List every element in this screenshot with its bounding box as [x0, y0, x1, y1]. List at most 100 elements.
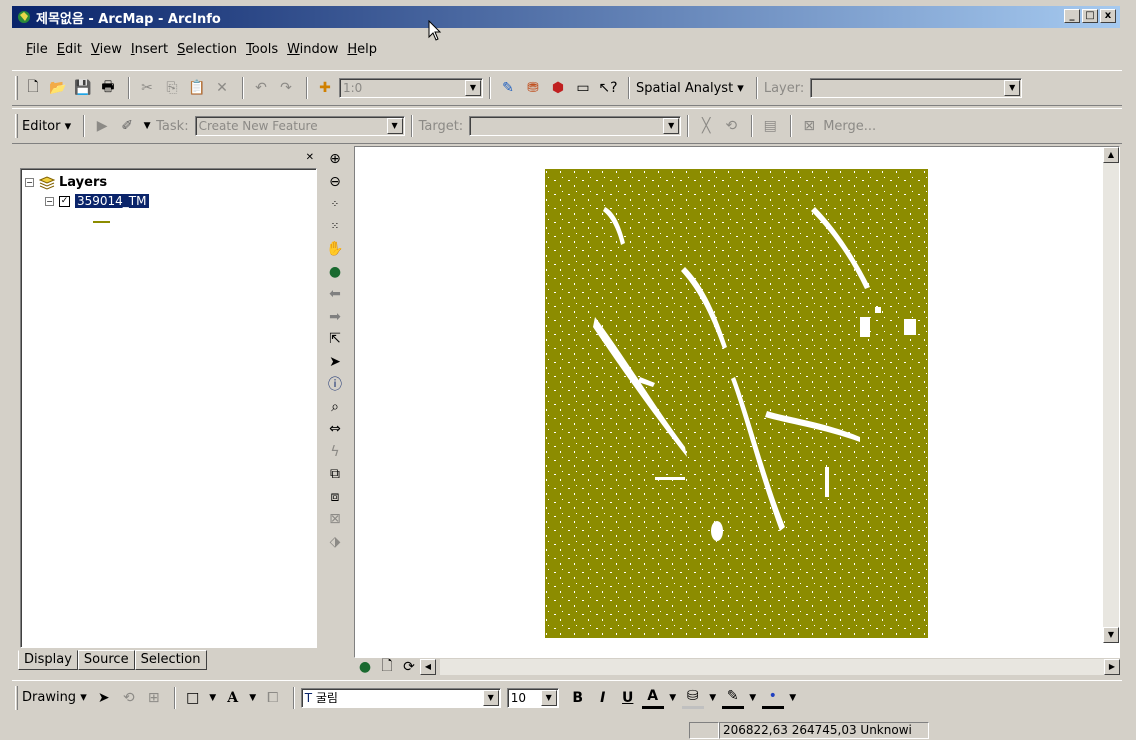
menu-view[interactable]: View — [91, 42, 122, 57]
print-icon[interactable]: 🖶 — [97, 77, 119, 99]
zoom-whole-page-icon[interactable]: ⊞ — [143, 687, 165, 709]
zoom-out-icon[interactable]: ⊖ — [323, 171, 347, 194]
layers-root-row[interactable]: − Layers — [25, 175, 107, 190]
select-elements-icon[interactable]: ➤ — [93, 687, 115, 709]
sketch-properties-icon[interactable]: ⊠ — [798, 115, 820, 137]
flicker-icon[interactable]: ⊠ — [323, 508, 347, 531]
edit-vertices-icon[interactable]: ⧠ — [262, 687, 284, 709]
chevron-down-icon[interactable]: ▼ — [663, 118, 680, 134]
chevron-down-icon[interactable]: ▼ — [1004, 80, 1021, 96]
menu-file[interactable]: File — [26, 42, 48, 57]
chevron-down-icon[interactable]: ▼ — [540, 689, 557, 706]
delete-icon[interactable]: ✕ — [211, 77, 233, 99]
menu-edit[interactable]: Edit — [57, 42, 82, 57]
editor-toolbar-icon[interactable]: ✎ — [497, 77, 519, 99]
font-name-combo[interactable]: T 굴림 ▼ — [300, 687, 501, 708]
chevron-down-icon[interactable]: ▼ — [747, 687, 759, 709]
chevron-down-icon[interactable]: ▼ — [482, 689, 499, 706]
close-button[interactable]: x — [1100, 9, 1116, 23]
font-color-button[interactable]: A — [641, 687, 664, 709]
menu-tools[interactable]: Tools — [246, 42, 278, 57]
arctoolbox-icon[interactable]: ⛃ — [522, 77, 544, 99]
spatial-analyst-menu[interactable]: Spatial Analyst ▾ — [636, 81, 744, 96]
collapse-icon[interactable]: − — [25, 178, 34, 187]
select-elements-icon[interactable]: ➤ — [323, 351, 347, 374]
sketch-tool-icon[interactable]: ✐ — [116, 115, 138, 137]
copy-icon[interactable]: ⎘ — [161, 77, 183, 99]
refresh-view-icon[interactable]: ⟳ — [398, 656, 420, 678]
maximize-button[interactable]: □ — [1082, 9, 1098, 23]
rotate-icon[interactable]: ⟲ — [118, 687, 140, 709]
task-combo[interactable]: Create New Feature ▼ — [194, 116, 405, 136]
toolbar-grip[interactable] — [15, 76, 18, 100]
cut-icon[interactable]: ✂ — [136, 77, 158, 99]
bold-button[interactable]: B — [567, 687, 589, 709]
layer-row[interactable]: − ✓ 359014_TM — [45, 194, 149, 208]
scroll-up-icon[interactable]: ▲ — [1103, 147, 1119, 163]
add-data-icon[interactable]: ✚ — [314, 77, 336, 99]
new-document-icon[interactable]: 🗋 — [22, 77, 44, 99]
save-icon[interactable]: 💾 — [72, 77, 94, 99]
chevron-down-icon[interactable]: ▼ — [465, 80, 481, 96]
menu-selection[interactable]: Selection — [177, 42, 237, 57]
map-canvas[interactable] — [355, 147, 1103, 641]
menu-help[interactable]: Help — [347, 42, 377, 57]
whats-this-help-icon[interactable]: ↖? — [597, 77, 619, 99]
menu-insert[interactable]: Insert — [131, 42, 168, 57]
collapse-icon[interactable]: − — [45, 196, 54, 206]
arccatalog-icon[interactable]: ⬢ — [547, 77, 569, 99]
chevron-down-icon[interactable]: ▼ — [141, 115, 153, 137]
data-view-icon[interactable]: ● — [354, 656, 376, 678]
font-size-combo[interactable]: 10 ▼ — [506, 687, 559, 708]
paste-icon[interactable]: 📋 — [186, 77, 208, 99]
layer-symbol-swatch[interactable] — [93, 221, 110, 223]
edit-tool-icon[interactable]: ▶ — [91, 115, 113, 137]
command-line-icon[interactable]: ▭ — [572, 77, 594, 99]
merge-button[interactable]: Merge... — [823, 119, 876, 134]
scroll-left-icon[interactable]: ◀ — [420, 659, 436, 675]
close-icon[interactable]: ✕ — [306, 152, 314, 163]
full-extent-icon[interactable]: ● — [323, 261, 347, 284]
clear-icon[interactable]: ⬗ — [323, 531, 347, 554]
fill-color-icon[interactable]: ⛁ — [681, 687, 704, 709]
tab-selection[interactable]: Selection — [134, 650, 207, 670]
redo-icon[interactable]: ↷ — [275, 77, 297, 99]
tab-display[interactable]: Display — [18, 650, 78, 670]
layer-combo[interactable]: ▼ — [810, 78, 1023, 98]
hyperlink-icon[interactable]: ϟ — [323, 441, 347, 464]
map-scale-combo[interactable]: 1:0 ▼ — [339, 78, 483, 98]
line-color-icon[interactable]: ✎ — [721, 687, 744, 709]
chevron-down-icon[interactable]: ▼ — [207, 687, 219, 709]
effects-icon[interactable]: ⧈ — [323, 486, 347, 509]
menu-window[interactable]: Window — [287, 42, 338, 57]
marker-color-icon[interactable]: • — [761, 687, 784, 709]
map-display[interactable]: ▲ ▼ — [354, 146, 1120, 658]
back-extent-icon[interactable]: ⬅ — [323, 283, 347, 306]
scroll-down-icon[interactable]: ▼ — [1103, 627, 1119, 643]
open-folder-icon[interactable]: 📂 — [47, 77, 69, 99]
editor-menu[interactable]: Editor ▾ — [22, 119, 71, 134]
undo-icon[interactable]: ↶ — [250, 77, 272, 99]
chevron-down-icon[interactable]: ▼ — [386, 118, 403, 134]
chevron-down-icon[interactable]: ▼ — [247, 687, 259, 709]
layer-name[interactable]: 359014_TM — [75, 194, 149, 208]
chevron-down-icon[interactable]: ▼ — [667, 687, 679, 709]
forward-extent-icon[interactable]: ➡ — [323, 306, 347, 329]
toolbar-grip[interactable] — [15, 685, 18, 710]
new-text-icon[interactable]: A — [222, 687, 244, 709]
select-features-icon[interactable]: ⇱ — [323, 328, 347, 351]
minimize-button[interactable]: _ — [1064, 9, 1080, 23]
vertical-scrollbar[interactable]: ▲ ▼ — [1103, 147, 1119, 643]
attributes-icon[interactable]: ▤ — [759, 115, 781, 137]
layer-visibility-checkbox[interactable]: ✓ — [59, 195, 70, 207]
underline-button[interactable]: U — [617, 687, 639, 709]
horizontal-scrollbar[interactable]: ▶ — [440, 659, 1120, 675]
toolbar-grip[interactable] — [15, 114, 18, 138]
identify-icon[interactable]: ⓘ — [323, 373, 347, 396]
fixed-zoom-in-icon[interactable]: ⁘ — [323, 193, 347, 216]
swipe-icon[interactable]: ⧉ — [323, 463, 347, 486]
drawing-menu[interactable]: Drawing ▾ — [22, 690, 87, 705]
new-rectangle-icon[interactable]: □ — [182, 687, 204, 709]
raster-layer-extent[interactable] — [545, 169, 928, 638]
zoom-in-icon[interactable]: ⊕ — [323, 148, 347, 171]
